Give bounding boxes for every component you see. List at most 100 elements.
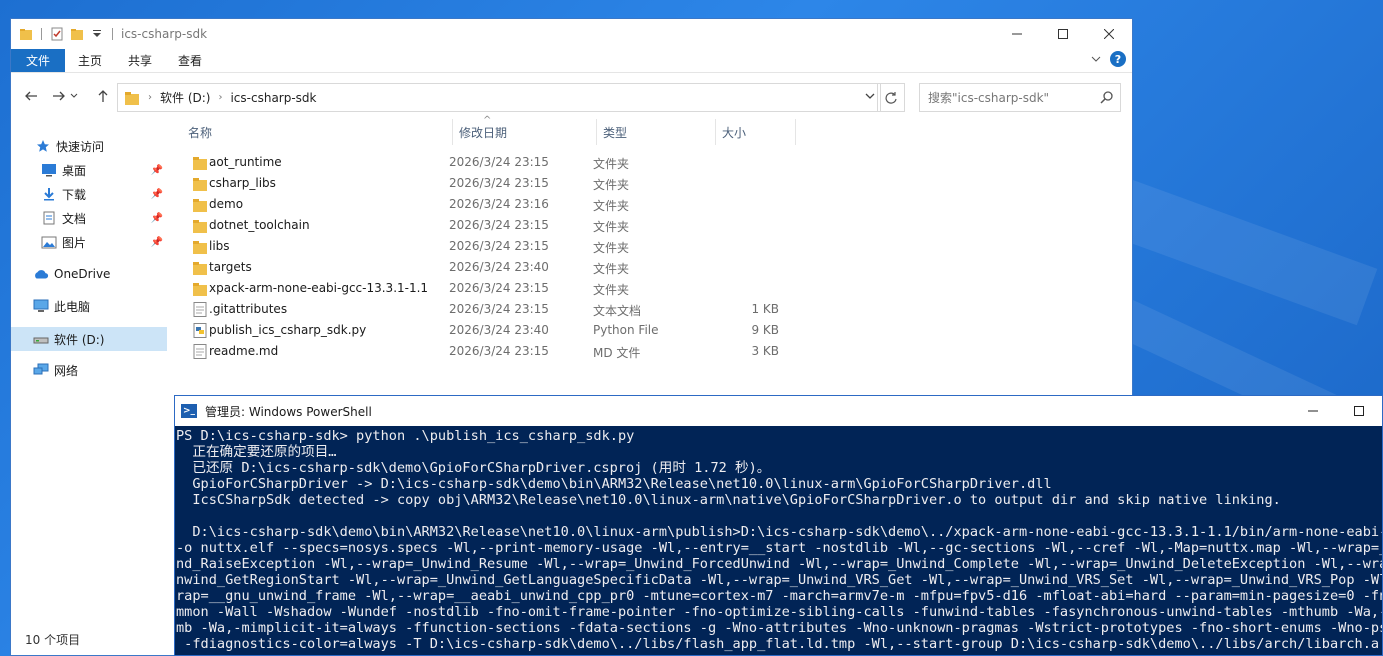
pin-icon[interactable]: 📌 xyxy=(151,165,163,176)
window-controls xyxy=(1290,396,1382,426)
file-date: 2026/3/24 23:15 xyxy=(449,344,549,358)
console-line: IcsCSharpSdk detected -> copy obj\ARM32\… xyxy=(176,492,1281,508)
tab-share[interactable]: 共享 xyxy=(115,49,165,72)
folder-icon xyxy=(193,197,207,212)
status-item-count: 10 个项目 xyxy=(25,633,81,647)
file-row[interactable]: aot_runtime 2026/3/24 23:15 文件夹 xyxy=(187,152,807,173)
maximize-icon xyxy=(1354,406,1364,416)
quick-access-toolbar xyxy=(11,27,115,41)
refresh-button[interactable] xyxy=(877,83,905,112)
file-row[interactable]: demo 2026/3/24 23:16 文件夹 xyxy=(187,194,807,215)
minimize-button[interactable] xyxy=(994,19,1040,49)
column-divider[interactable] xyxy=(715,119,716,145)
search-icon xyxy=(1100,91,1113,104)
file-size: 9 KB xyxy=(751,323,779,337)
pin-icon[interactable]: 📌 xyxy=(151,213,163,224)
pin-icon[interactable]: 📌 xyxy=(151,189,163,200)
tab-view[interactable]: 查看 xyxy=(165,49,215,72)
file-type: 文件夹 xyxy=(593,199,630,213)
column-divider[interactable] xyxy=(795,119,796,145)
address-row: › 软件 (D:) › ics-csharp-sdk 搜索"ics-csharp… xyxy=(11,73,1132,119)
breadcrumb-chevron-icon[interactable]: › xyxy=(218,92,222,103)
nav-label: 软件 (D:) xyxy=(54,332,105,347)
nav-this-pc[interactable]: 此电脑 xyxy=(11,295,167,317)
nav-quick-access[interactable]: 快速访问 xyxy=(11,135,167,157)
document-icon xyxy=(41,210,57,226)
column-header-name[interactable]: 名称 xyxy=(187,119,452,145)
tab-file[interactable]: 文件 xyxy=(11,49,66,72)
console-line: mb -Wa,-mimplicit-it=always -ffunction-s… xyxy=(176,620,1382,636)
up-button[interactable] xyxy=(91,84,115,108)
column-divider[interactable] xyxy=(452,119,453,145)
minimize-icon xyxy=(1308,410,1318,412)
maximize-button[interactable] xyxy=(1336,396,1382,426)
chevron-down-icon[interactable] xyxy=(864,90,876,102)
nav-label: 下载 xyxy=(62,187,87,202)
console-line: mmon -Wall -Wshadow -Wundef -nostdlib -f… xyxy=(176,604,1382,620)
maximize-button[interactable] xyxy=(1040,19,1086,49)
column-header-date[interactable]: 修改日期 xyxy=(458,119,596,145)
file-name: publish_ics_csharp_sdk.py xyxy=(209,323,367,337)
file-row[interactable]: readme.md 2026/3/24 23:15 MD 文件 3 KB xyxy=(187,341,807,362)
column-header-size[interactable]: 大小 xyxy=(721,119,795,145)
file-row[interactable]: csharp_libs 2026/3/24 23:15 文件夹 xyxy=(187,173,807,194)
text-file-icon xyxy=(193,302,207,317)
powershell-titlebar[interactable]: >_ 管理员: Windows PowerShell xyxy=(175,396,1382,426)
minimize-button[interactable] xyxy=(1290,396,1336,426)
close-button[interactable] xyxy=(1086,19,1132,49)
address-bar[interactable]: › 软件 (D:) › ics-csharp-sdk xyxy=(117,83,881,112)
file-row[interactable]: publish_ics_csharp_sdk.py 2026/3/24 23:40… xyxy=(187,320,807,341)
file-type: 文件夹 xyxy=(593,283,630,297)
file-row[interactable]: dotnet_toolchain 2026/3/24 23:15 文件夹 xyxy=(187,215,807,236)
breadcrumb-chevron-icon[interactable]: › xyxy=(148,92,152,103)
recent-locations-button[interactable] xyxy=(67,84,81,108)
nav-drive-d[interactable]: 软件 (D:) xyxy=(11,327,167,351)
file-row[interactable]: .gitattributes 2026/3/24 23:15 文本文档 1 KB xyxy=(187,299,807,320)
console-line: 正在确定要还原的项目… xyxy=(176,444,337,460)
file-name: libs xyxy=(209,239,230,253)
drive-icon xyxy=(33,331,49,347)
search-placeholder: 搜索"ics-csharp-sdk" xyxy=(928,91,1050,105)
column-header-type[interactable]: 类型 xyxy=(602,119,715,145)
arrow-left-icon xyxy=(25,91,37,101)
download-icon xyxy=(41,186,57,202)
nav-documents[interactable]: 文档 📌 xyxy=(11,207,167,229)
folder-icon xyxy=(193,155,207,170)
back-button[interactable] xyxy=(19,84,43,108)
properties-icon[interactable] xyxy=(50,27,64,41)
file-type: 文件夹 xyxy=(593,241,630,255)
file-date: 2026/3/24 23:15 xyxy=(449,218,549,232)
minimize-icon xyxy=(1012,33,1022,35)
console-line: D:\ics-csharp-sdk\demo\bin\ARM32\Release… xyxy=(176,524,1382,540)
column-headers: ^ 名称 修改日期 类型 大小 xyxy=(187,115,797,145)
chevron-down-icon[interactable] xyxy=(90,27,104,41)
nav-network[interactable]: 网络 xyxy=(11,359,167,381)
folder-icon xyxy=(125,91,139,105)
file-row[interactable]: xpack-arm-none-eabi-gcc-13.3.1-1.1 2026/3… xyxy=(187,278,807,299)
nav-desktop[interactable]: 桌面 📌 xyxy=(11,159,167,181)
file-name: dotnet_toolchain xyxy=(209,218,310,232)
help-icon[interactable]: ? xyxy=(1110,51,1126,67)
file-row[interactable]: targets 2026/3/24 23:40 文件夹 xyxy=(187,257,807,278)
new-folder-icon[interactable] xyxy=(70,27,84,41)
powershell-title: 管理员: Windows PowerShell xyxy=(205,404,372,419)
nav-label: 图片 xyxy=(62,235,87,250)
column-divider[interactable] xyxy=(596,119,597,145)
file-name: .gitattributes xyxy=(209,302,288,316)
nav-onedrive[interactable]: OneDrive xyxy=(11,263,167,285)
tab-home[interactable]: 主页 xyxy=(65,49,115,72)
search-input[interactable]: 搜索"ics-csharp-sdk" xyxy=(919,83,1121,112)
desktop-icon xyxy=(41,162,57,178)
explorer-titlebar[interactable]: ics-csharp-sdk xyxy=(11,19,1132,49)
nav-pictures[interactable]: 图片 📌 xyxy=(11,231,167,253)
pin-icon[interactable]: 📌 xyxy=(151,237,163,248)
breadcrumb-folder[interactable]: ics-csharp-sdk xyxy=(230,91,316,105)
expand-ribbon-icon[interactable] xyxy=(1090,53,1102,65)
breadcrumb-drive[interactable]: 软件 (D:) xyxy=(160,89,210,106)
console-line: PS D:\ics-csharp-sdk> python .\publish_i… xyxy=(176,428,635,444)
file-row[interactable]: libs 2026/3/24 23:15 文件夹 xyxy=(187,236,807,257)
computer-icon xyxy=(33,298,49,314)
nav-downloads[interactable]: 下载 📌 xyxy=(11,183,167,205)
console-line: GpioForCSharpDriver -> D:\ics-csharp-sdk… xyxy=(176,476,1052,492)
console-output[interactable]: PS D:\ics-csharp-sdk> python .\publish_i… xyxy=(175,426,1382,655)
